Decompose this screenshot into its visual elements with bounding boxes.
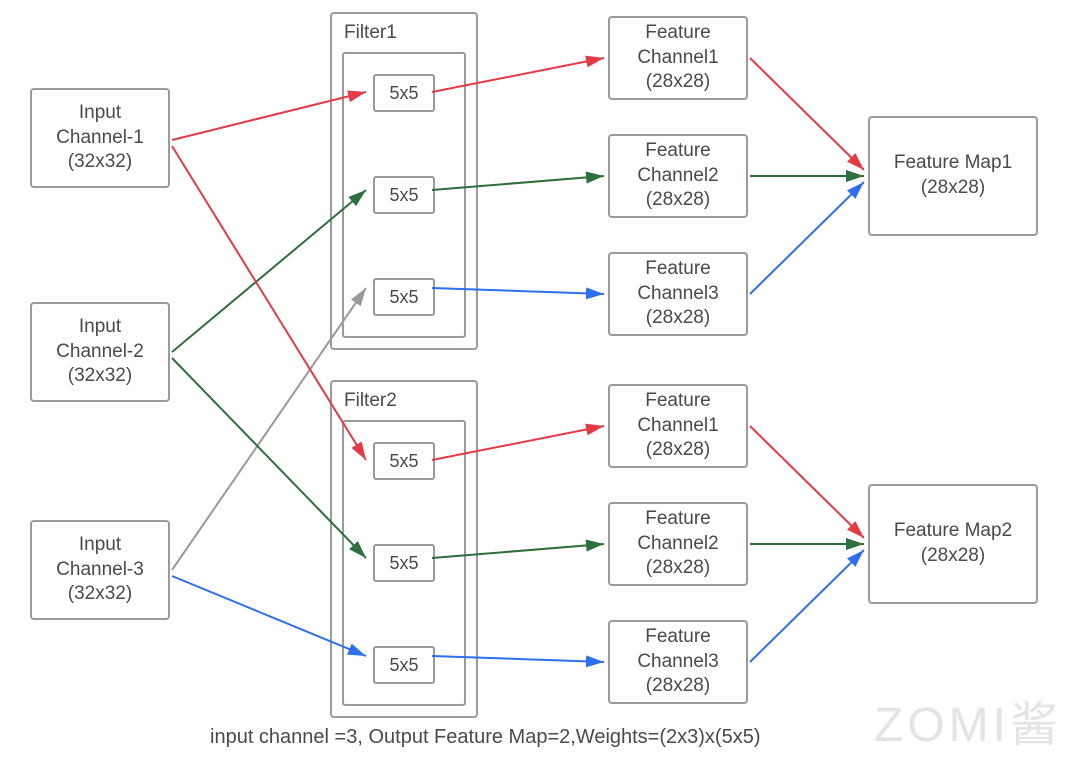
filter1-kernel-2: 5x5: [373, 176, 435, 214]
feature-map-1: Feature Map1 (28x28): [868, 116, 1038, 236]
label: Channel2: [637, 532, 718, 557]
filter2-container: Filter2 5x5 5x5 5x5: [330, 380, 478, 718]
label: Channel-1: [56, 126, 144, 151]
label: Channel1: [637, 414, 718, 439]
filter1-body: 5x5 5x5 5x5: [342, 52, 466, 338]
label: Feature: [645, 625, 710, 650]
label: (28x28): [646, 674, 710, 699]
label: Input: [79, 533, 121, 558]
filter2-title: Filter2: [344, 390, 466, 412]
filter2-kernel-2: 5x5: [373, 544, 435, 582]
label: Feature Map1: [894, 151, 1012, 176]
label: (28x28): [646, 70, 710, 95]
filter1-container: Filter1 5x5 5x5 5x5: [330, 12, 478, 350]
feature-ch3a: Feature Channel3 (28x28): [608, 252, 748, 336]
label: Input: [79, 315, 121, 340]
label: Feature Map2: [894, 519, 1012, 544]
input-channel-3: Input Channel-3 (32x32): [30, 520, 170, 620]
feature-ch2b: Feature Channel2 (28x28): [608, 502, 748, 586]
edge-fc1b-fm2: [750, 426, 864, 538]
feature-ch2a: Feature Channel2 (28x28): [608, 134, 748, 218]
input-channel-2: Input Channel-2 (32x32): [30, 302, 170, 402]
label: Feature: [645, 257, 710, 282]
label: (28x28): [921, 544, 985, 569]
label: Feature: [645, 139, 710, 164]
label: Feature: [645, 507, 710, 532]
label: (28x28): [646, 556, 710, 581]
label: Channel3: [637, 650, 718, 675]
label: (32x32): [68, 364, 132, 389]
feature-ch3b: Feature Channel3 (28x28): [608, 620, 748, 704]
filter2-kernel-3: 5x5: [373, 646, 435, 684]
label: (28x28): [646, 188, 710, 213]
label: (28x28): [646, 438, 710, 463]
caption-text: input channel =3, Output Feature Map=2,W…: [210, 726, 761, 749]
label: Channel-2: [56, 340, 144, 365]
label: Channel1: [637, 46, 718, 71]
label: Feature: [645, 21, 710, 46]
filter1-kernel-3: 5x5: [373, 278, 435, 316]
label: Channel-3: [56, 558, 144, 583]
label: Input: [79, 101, 121, 126]
label: (32x32): [68, 582, 132, 607]
feature-map-2: Feature Map2 (28x28): [868, 484, 1038, 604]
edge-fc1a-fm1: [750, 58, 864, 170]
label: Channel2: [637, 164, 718, 189]
label: Feature: [645, 389, 710, 414]
filter1-kernel-1: 5x5: [373, 74, 435, 112]
edge-fc3a-fm1: [750, 182, 864, 294]
edge-fc3b-fm2: [750, 550, 864, 662]
filter2-kernel-1: 5x5: [373, 442, 435, 480]
label: (32x32): [68, 150, 132, 175]
feature-ch1b: Feature Channel1 (28x28): [608, 384, 748, 468]
label: (28x28): [921, 176, 985, 201]
input-channel-1: Input Channel-1 (32x32): [30, 88, 170, 188]
feature-ch1a: Feature Channel1 (28x28): [608, 16, 748, 100]
filter2-body: 5x5 5x5 5x5: [342, 420, 466, 706]
filter1-title: Filter1: [344, 22, 466, 44]
watermark-text: ZOMI酱: [874, 685, 1062, 755]
label: (28x28): [646, 306, 710, 331]
label: Channel3: [637, 282, 718, 307]
